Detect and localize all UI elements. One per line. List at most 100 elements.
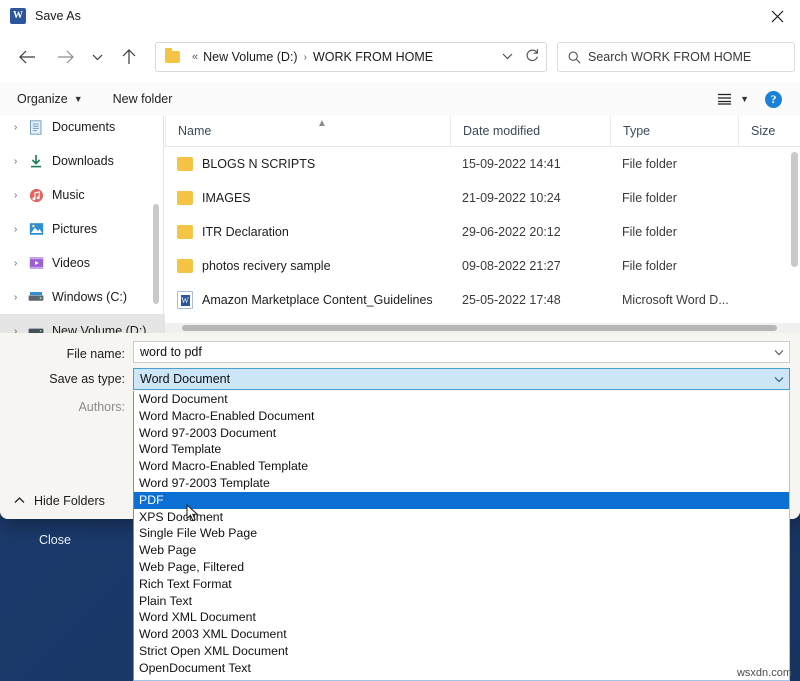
dropdown-option[interactable]: Word Document <box>134 391 789 408</box>
refresh-icon[interactable] <box>518 48 546 67</box>
address-bar[interactable]: « New Volume (D:) › WORK FROM HOME <box>155 42 547 72</box>
dropdown-option[interactable]: Strict Open XML Document <box>134 643 789 660</box>
file-date-modified: 09-08-2022 21:27 <box>450 259 610 273</box>
dropdown-option[interactable]: XPS Document <box>134 509 789 526</box>
breadcrumb-item-0[interactable]: New Volume (D:) <box>203 50 297 64</box>
sidebar-item-documents[interactable]: › Documents <box>0 116 165 144</box>
navigation-pane-scrollbar[interactable] <box>153 204 159 304</box>
music-icon <box>28 187 44 203</box>
sidebar-item-music[interactable]: › Music <box>0 178 165 212</box>
sidebar-item-videos[interactable]: › Videos <box>0 246 165 280</box>
column-header-size[interactable]: Size <box>738 116 800 146</box>
column-header-type[interactable]: Type <box>610 116 738 146</box>
background-close-label[interactable]: Close <box>39 533 71 547</box>
file-list-horizontal-scrollbar[interactable] <box>165 323 800 333</box>
save-as-type-combobox[interactable]: Word Document <box>133 368 790 390</box>
folder-icon <box>177 157 193 171</box>
chevron-right-icon[interactable]: › <box>14 258 28 269</box>
folder-icon <box>177 191 193 205</box>
table-row[interactable]: ITR Declaration 29-06-2022 20:12 File fo… <box>165 215 800 249</box>
breadcrumb: « New Volume (D:) › WORK FROM HOME <box>187 50 496 64</box>
view-list-icon[interactable] <box>717 93 732 105</box>
word-doc-icon: W <box>177 291 193 309</box>
sidebar-item-new-volume-d[interactable]: › New Volume (D:) <box>0 314 165 333</box>
chevron-down-icon[interactable] <box>769 342 789 362</box>
title-bar: W Save As <box>0 0 800 32</box>
search-input[interactable]: Search WORK FROM HOME <box>588 50 751 64</box>
table-row[interactable]: IMAGES 21-09-2022 10:24 File folder <box>165 181 800 215</box>
dropdown-option[interactable]: Plain Text <box>134 593 789 610</box>
dropdown-option[interactable]: Word 97-2003 Template <box>134 475 789 492</box>
up-arrow-icon[interactable] <box>114 42 144 72</box>
dropdown-option[interactable]: Word Macro-Enabled Document <box>134 408 789 425</box>
file-list-vertical-scrollbar[interactable] <box>791 152 798 267</box>
downloads-icon <box>28 153 44 169</box>
dropdown-option-selected[interactable]: PDF <box>134 492 789 509</box>
breadcrumb-item-1[interactable]: WORK FROM HOME <box>313 50 433 64</box>
chevron-right-icon[interactable]: › <box>14 326 28 334</box>
dropdown-option[interactable]: Web Page, Filtered <box>134 559 789 576</box>
dropdown-option[interactable]: Rich Text Format <box>134 576 789 593</box>
dropdown-option[interactable]: Word Template <box>134 441 789 458</box>
sidebar-item-label: Documents <box>52 120 115 134</box>
table-row[interactable]: W Amazon Marketplace Content_Guidelines … <box>165 283 800 317</box>
organize-label: Organize <box>17 92 68 106</box>
navigation-pane: › Documents › Downloads › <box>0 116 165 333</box>
sidebar-item-downloads[interactable]: › Downloads <box>0 144 165 178</box>
dropdown-option[interactable]: OpenDocument Text <box>134 660 789 677</box>
sidebar-item-pictures[interactable]: › Pictures <box>0 212 165 246</box>
file-type: File folder <box>610 157 738 171</box>
chevron-right-icon[interactable]: › <box>14 224 28 235</box>
sidebar-item-windows-c[interactable]: › Windows (C:) <box>0 280 165 314</box>
breadcrumb-overflow[interactable]: « <box>192 51 198 63</box>
dropdown-option[interactable]: Word XML Document <box>134 609 789 626</box>
chevron-right-icon[interactable]: › <box>14 156 28 167</box>
column-header-date-modified[interactable]: Date modified <box>450 116 610 146</box>
save-as-type-dropdown[interactable]: Word Document Word Macro-Enabled Documen… <box>133 391 790 681</box>
dropdown-option[interactable]: Web Page <box>134 542 789 559</box>
dropdown-option[interactable]: Word Macro-Enabled Template <box>134 458 789 475</box>
desktop-background: Close W Save As <box>0 0 800 681</box>
sidebar-item-label: Pictures <box>52 222 97 236</box>
column-header-name[interactable]: Name <box>165 116 450 146</box>
dialog-body: › Documents › Downloads › <box>0 116 800 333</box>
table-row[interactable]: photos recivery sample 09-08-2022 21:27 … <box>165 249 800 283</box>
dropdown-option[interactable]: Single File Web Page <box>134 525 789 542</box>
file-date-modified: 29-06-2022 20:12 <box>450 225 610 239</box>
word-icon: W <box>10 8 26 24</box>
file-name-label: File name: <box>5 347 125 361</box>
chevron-down-icon: ▼ <box>74 94 83 104</box>
organize-button[interactable]: Organize ▼ <box>17 92 83 106</box>
view-chevron-down-icon[interactable]: ▼ <box>740 94 749 104</box>
forward-arrow-icon[interactable] <box>50 42 80 72</box>
dropdown-option[interactable]: Word 2003 XML Document <box>134 626 789 643</box>
sidebar-item-label: New Volume (D:) <box>52 324 146 333</box>
table-row[interactable]: BLOGS N SCRIPTS 15-09-2022 14:41 File fo… <box>165 147 800 181</box>
file-name-input[interactable]: word to pdf <box>133 341 790 363</box>
search-box[interactable]: Search WORK FROM HOME <box>557 42 795 72</box>
file-type: File folder <box>610 191 738 205</box>
recent-locations-chevron-down-icon[interactable] <box>86 42 108 72</box>
hide-folders-button[interactable]: Hide Folders <box>0 483 105 519</box>
chevron-up-icon <box>14 495 25 507</box>
chevron-right-icon[interactable]: › <box>14 122 28 133</box>
chevron-right-icon[interactable]: › <box>14 292 28 303</box>
help-icon[interactable]: ? <box>765 91 782 108</box>
new-folder-label: New folder <box>113 92 173 106</box>
command-bar-right: ▼ ? <box>717 82 800 116</box>
file-name: photos recivery sample <box>202 259 331 273</box>
chevron-down-icon[interactable] <box>769 369 789 389</box>
pane-divider[interactable] <box>163 116 164 333</box>
sidebar-item-label: Music <box>52 188 85 202</box>
drive-icon <box>28 289 44 305</box>
back-arrow-icon[interactable] <box>12 42 42 72</box>
dropdown-option[interactable]: Word 97-2003 Document <box>134 425 789 442</box>
address-chevron-down-icon[interactable] <box>496 51 518 63</box>
scrollbar-thumb[interactable] <box>182 325 777 331</box>
file-date-modified: 21-09-2022 10:24 <box>450 191 610 205</box>
new-folder-button[interactable]: New folder <box>113 92 173 106</box>
close-icon[interactable] <box>754 0 800 32</box>
file-name: ITR Declaration <box>202 225 289 239</box>
save-as-type-label: Save as type: <box>5 372 125 386</box>
chevron-right-icon[interactable]: › <box>14 190 28 201</box>
